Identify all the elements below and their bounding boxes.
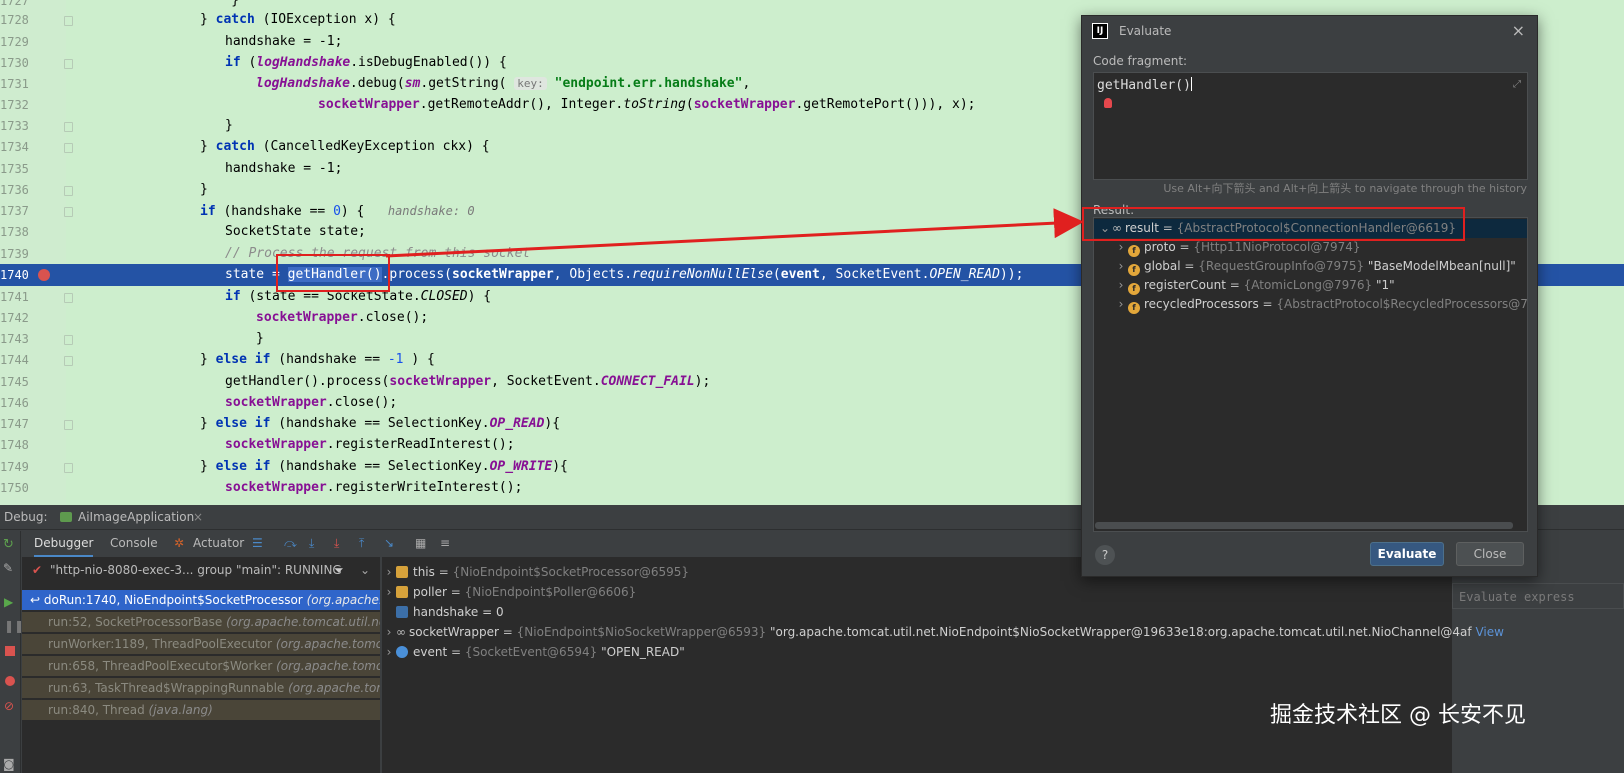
- watermark: 掘金技术社区 @ 长安不见: [1270, 703, 1526, 728]
- annotation-arrow: [385, 208, 1084, 258]
